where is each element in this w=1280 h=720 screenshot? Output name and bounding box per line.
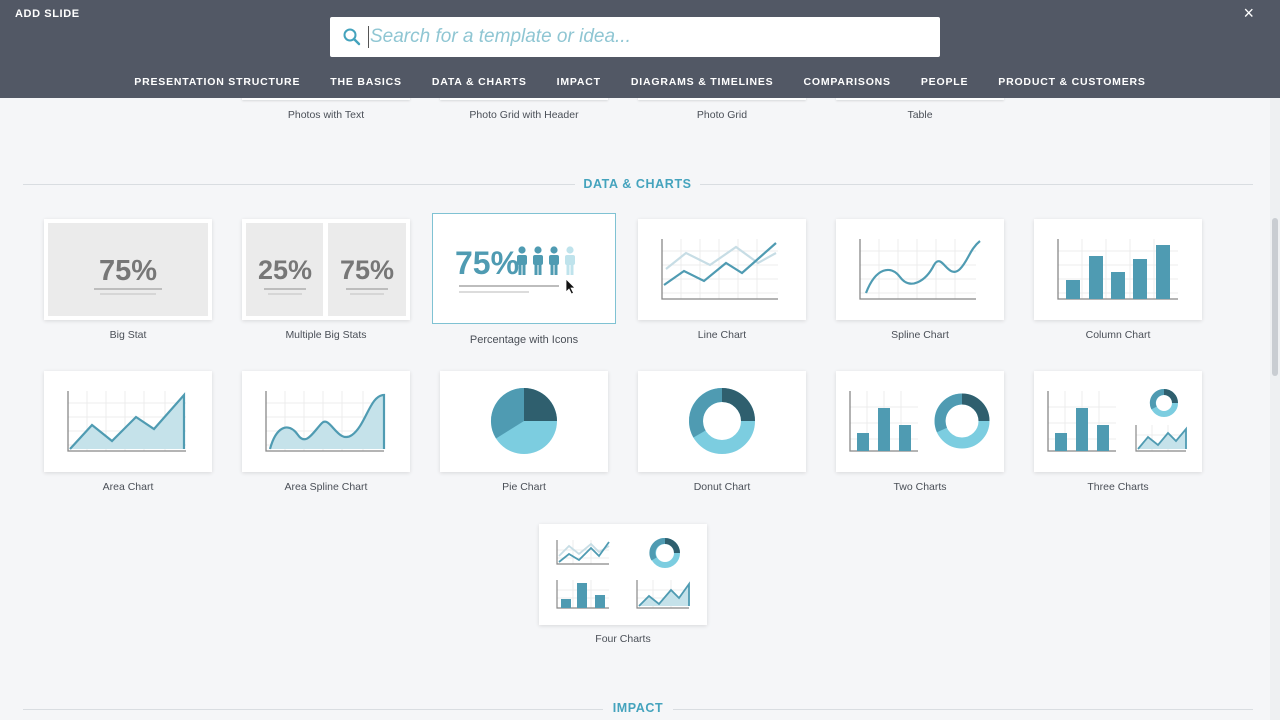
- template-label[interactable]: Line Chart: [622, 329, 822, 341]
- spline-chart-thumbnail: [859, 239, 981, 300]
- section-divider: [23, 709, 603, 710]
- template-column-chart[interactable]: [1034, 219, 1202, 320]
- tab-the-basics[interactable]: THE BASICS: [315, 76, 417, 88]
- template-label[interactable]: Donut Chart: [622, 481, 822, 493]
- text-caret: [368, 26, 369, 48]
- person-icon: [549, 246, 559, 275]
- close-button[interactable]: ×: [1243, 4, 1254, 22]
- template-label[interactable]: Area Spline Chart: [226, 481, 426, 493]
- template-label[interactable]: Percentage with Icons: [424, 334, 624, 346]
- template-label[interactable]: Spline Chart: [820, 329, 1020, 341]
- big-stat-value: 75%: [99, 255, 157, 287]
- person-icon: [533, 246, 543, 275]
- template-label[interactable]: Multiple Big Stats: [226, 329, 426, 341]
- section-divider: [23, 184, 575, 185]
- header: ADD SLIDE × PRESENTATION STRUCTURE THE B…: [0, 0, 1280, 98]
- template-spline-chart[interactable]: [836, 219, 1004, 320]
- tab-product-customers[interactable]: PRODUCT & CUSTOMERS: [983, 76, 1160, 88]
- template-line-chart[interactable]: [638, 219, 806, 320]
- template-pie-chart[interactable]: [440, 371, 608, 472]
- tab-impact[interactable]: IMPACT: [542, 76, 616, 88]
- section-divider: [673, 709, 1253, 710]
- pie-chart-thumbnail: [490, 388, 557, 454]
- template-label[interactable]: Pie Chart: [424, 481, 624, 493]
- area-spline-chart-thumbnail: [265, 391, 386, 452]
- tab-presentation-structure[interactable]: PRESENTATION STRUCTURE: [119, 76, 315, 88]
- template-area-spline-chart[interactable]: [242, 371, 410, 472]
- template-big-stat[interactable]: 75%: [44, 219, 212, 320]
- multiple-big-stats-thumbnail: 25% 75%: [246, 223, 406, 316]
- tab-diagrams-timelines[interactable]: DIAGRAMS & TIMELINES: [616, 76, 789, 88]
- area-chart-thumbnail: [67, 391, 186, 452]
- template-label[interactable]: Photo Grid with Header: [424, 109, 624, 121]
- line-chart-thumbnail: [661, 239, 778, 300]
- template-label[interactable]: Big Stat: [28, 329, 228, 341]
- dialog-title: ADD SLIDE: [15, 8, 80, 20]
- tab-people[interactable]: PEOPLE: [906, 76, 983, 88]
- scroll-thumb[interactable]: [1272, 218, 1278, 376]
- section-divider: [700, 184, 1253, 185]
- mouse-cursor-icon: [565, 278, 576, 295]
- big-stat-thumbnail: 75%: [48, 223, 208, 316]
- template-label[interactable]: Photo Grid: [622, 109, 822, 121]
- template-label[interactable]: Two Charts: [820, 481, 1020, 493]
- percentage-icons-thumbnail: 75%: [455, 245, 576, 295]
- template-label[interactable]: Four Charts: [523, 633, 723, 645]
- scrollbar[interactable]: [1270, 98, 1280, 720]
- person-icon: [517, 246, 527, 275]
- section-title-data-charts: DATA & CHARTS: [583, 177, 692, 191]
- template-multiple-big-stats[interactable]: 25% 75%: [242, 219, 410, 320]
- template-label[interactable]: Three Charts: [1018, 481, 1218, 493]
- template-four-charts[interactable]: [539, 524, 707, 625]
- template-label[interactable]: Photos with Text: [226, 109, 426, 121]
- stat-value-b: 75%: [340, 255, 394, 285]
- donut-chart-thumbnail: [689, 388, 755, 454]
- template-percentage-with-icons[interactable]: 75%: [432, 213, 616, 324]
- four-charts-thumbnail: [556, 538, 690, 609]
- section-title-impact: IMPACT: [612, 701, 664, 715]
- template-area-chart[interactable]: [44, 371, 212, 472]
- three-charts-thumbnail: [1047, 389, 1187, 452]
- person-icon: [565, 246, 575, 275]
- template-three-charts[interactable]: [1034, 371, 1202, 472]
- category-tabs: PRESENTATION STRUCTURE THE BASICS DATA &…: [0, 76, 1280, 88]
- stat-value-a: 25%: [258, 255, 312, 285]
- template-donut-chart[interactable]: [638, 371, 806, 472]
- search-icon: [343, 28, 361, 46]
- column-chart-thumbnail: [1057, 239, 1178, 300]
- tab-comparisons[interactable]: COMPARISONS: [789, 76, 906, 88]
- search-box[interactable]: [330, 17, 940, 57]
- template-two-charts[interactable]: [836, 371, 1004, 472]
- tab-data-charts[interactable]: DATA & CHARTS: [417, 76, 542, 88]
- two-charts-thumbnail: [849, 391, 990, 452]
- percentage-value: 75%: [455, 245, 519, 281]
- search-input[interactable]: [370, 26, 910, 48]
- template-label[interactable]: Table: [820, 109, 1020, 121]
- template-label[interactable]: Area Chart: [28, 481, 228, 493]
- template-label[interactable]: Column Chart: [1018, 329, 1218, 341]
